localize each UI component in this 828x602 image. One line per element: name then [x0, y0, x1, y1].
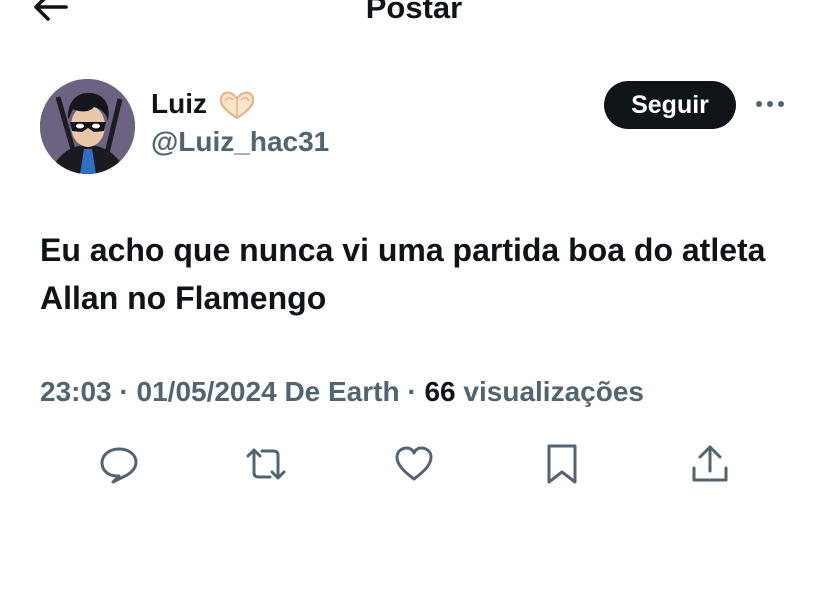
heart-hands-icon: [217, 87, 257, 121]
tweet-date[interactable]: 01/05/2024: [137, 376, 277, 407]
avatar[interactable]: [40, 79, 135, 174]
bookmark-icon: [547, 444, 577, 484]
action-bar: [0, 442, 828, 486]
reply-button[interactable]: [97, 442, 141, 486]
tweet-text: Eu acho que nunca vi uma partida boa do …: [40, 232, 766, 316]
meta-separator: ·: [111, 376, 137, 407]
tweet-time[interactable]: 23:03: [40, 376, 112, 407]
tweet-source: De Earth: [284, 376, 400, 407]
repost-button[interactable]: [244, 442, 288, 486]
reply-icon: [100, 447, 138, 484]
repost-icon: [246, 448, 286, 480]
meta-separator: ·: [399, 376, 425, 407]
page-title: Postar: [365, 0, 463, 25]
display-name[interactable]: Luiz: [151, 84, 207, 124]
like-button[interactable]: [392, 442, 436, 486]
bookmark-button[interactable]: [540, 442, 584, 486]
tweet-meta: 23:03 · 01/05/2024 De Earth · 66 visuali…: [40, 370, 820, 414]
author-info: Luiz @Luiz_hac31: [151, 84, 329, 162]
more-options-button[interactable]: [754, 92, 786, 116]
user-handle[interactable]: @Luiz_hac31: [151, 122, 329, 162]
post-screen: Postar Luiz @Luiz_hac31 Seguir Eu acho q…: [0, 0, 828, 602]
more-horizontal-icon: [756, 101, 784, 107]
share-icon: [692, 445, 728, 482]
heart-icon: [395, 446, 433, 481]
views-count: 66: [424, 376, 456, 407]
header: Postar: [0, 0, 828, 30]
share-button[interactable]: [688, 442, 732, 486]
views-label: visualizações: [463, 376, 644, 407]
follow-button[interactable]: Seguir: [604, 81, 736, 129]
